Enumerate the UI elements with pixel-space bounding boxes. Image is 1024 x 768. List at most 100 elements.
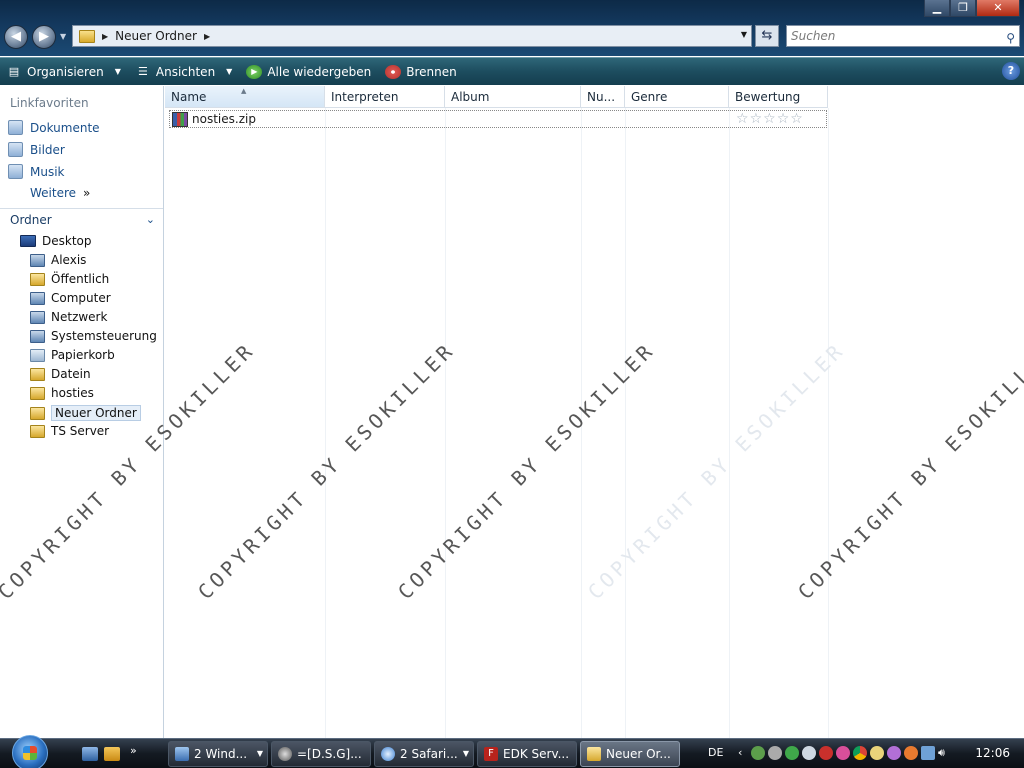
star-icon[interactable]: ☆ [750,111,763,127]
column-header-artists[interactable]: Interpreten [325,86,445,108]
taskbar-button-safari[interactable]: 2 Safari... ▼ [374,741,474,767]
tree-item-alexis[interactable]: Alexis [30,253,86,267]
tree-item-public[interactable]: Öffentlich [30,272,109,286]
start-button[interactable] [12,735,48,768]
breadcrumb-arrow-icon[interactable]: ▶ [102,32,108,41]
tree-item-recycle-bin[interactable]: Papierkorb [30,348,115,362]
chevron-down-icon: ▼ [256,749,263,758]
column-header-genre[interactable]: Genre [625,86,729,108]
taskbar-button-edk-server[interactable]: F EDK Serv... [477,741,577,767]
forward-arrow-icon[interactable]: ▶ [32,25,56,49]
network-tray-icon[interactable] [751,746,765,760]
language-indicator[interactable]: DE [708,746,723,759]
column-header-number[interactable]: Nu... [581,86,625,108]
taskbar-label: 2 Safari... [400,747,458,761]
taskbar-label: =[D.S.G]... [297,747,362,761]
desktop-icon [20,235,36,247]
tree-item-ts-server[interactable]: TS Server [30,424,109,438]
views-button[interactable]: ☰ Ansichten ▼ [135,65,232,79]
tree-label: Systemsteuerung [51,329,157,343]
table-row[interactable]: nosties.zip ☆ ☆ ☆ ☆ ☆ [169,110,827,128]
volume-icon[interactable]: 🔊︎ [938,746,952,760]
column-header-name[interactable]: ▲ Name [165,86,325,108]
chevron-down-icon: ▼ [226,67,233,76]
taskbar-label: EDK Serv... [503,747,570,761]
file-name: nosties.zip [192,112,256,126]
organize-button[interactable]: ▤ Organisieren ▼ [6,65,121,79]
search-input[interactable]: Suchen ⚲ [786,25,1020,47]
back-arrow-icon[interactable]: ◀ [4,25,28,49]
tree-label: Öffentlich [51,272,110,286]
column-divider [445,108,446,738]
close-button[interactable]: ✕ [976,0,1020,17]
show-desktop-icon[interactable] [82,747,98,761]
column-header-rating[interactable]: Bewertung [729,86,828,108]
recent-pages-dropdown[interactable]: ▼ [60,32,66,41]
play-all-button[interactable]: ▶ Alle wiedergeben [246,64,371,79]
folder-icon [587,747,601,761]
column-divider [828,108,829,738]
more-favorites-link[interactable]: Weitere » [30,186,90,200]
double-chevron-icon[interactable]: » [130,744,146,758]
address-dropdown-icon[interactable]: ▼ [741,30,747,39]
tree-item-hosties[interactable]: hosties [30,386,94,400]
chevron-left-icon[interactable]: ‹ [738,746,748,760]
clock[interactable]: 12:06 [975,746,1010,760]
folder-icon [30,386,45,400]
breadcrumb-current[interactable]: Neuer Ordner [115,29,197,43]
chevron-down-icon: ⌄ [145,213,155,226]
window-group-icon [175,747,189,761]
tree-item-datein[interactable]: Datein [30,367,91,381]
organize-icon: ▤ [8,64,20,78]
favorite-documents[interactable]: Dokumente [8,120,100,135]
moon-tray-icon[interactable] [870,746,884,760]
tree-item-control-panel[interactable]: Systemsteuerung [30,329,157,343]
media-player-icon[interactable] [104,747,120,761]
help-icon[interactable]: ? [1002,62,1020,80]
search-icon[interactable]: ⚲ [1006,28,1015,48]
tree-item-network[interactable]: Netzwerk [30,310,107,324]
control-panel-icon [30,329,45,343]
taskbar-button-windows[interactable]: 2 Wind... ▼ [168,741,268,767]
burn-button[interactable]: Brennen [385,64,457,79]
breadcrumb-arrow-icon[interactable]: ▶ [204,32,210,41]
tree-item-neuer-ordner[interactable]: Neuer Ordner [30,405,141,421]
chevron-down-icon: ▼ [462,749,469,758]
monitor-tray-icon[interactable] [921,746,935,760]
folder-icon [30,272,45,286]
star-icon[interactable]: ☆ [736,111,749,127]
search-placeholder: Suchen [791,29,836,43]
computer-icon [30,291,45,305]
teamspeak-tray-icon[interactable] [836,746,850,760]
chrome-tray-icon[interactable] [853,746,867,760]
rating-stars[interactable]: ☆ ☆ ☆ ☆ ☆ [736,111,803,127]
star-icon[interactable]: ☆ [763,111,776,127]
taskbar-label: Neuer Or... [606,747,671,761]
tree-item-desktop[interactable]: Desktop [20,234,92,248]
maximize-button[interactable]: ❐ [950,0,976,17]
steam-tray-icon[interactable] [768,746,782,760]
refresh-icon[interactable]: ⇆ [755,25,779,47]
star-icon[interactable]: ☆ [777,111,790,127]
folders-header[interactable]: Ordner ⌄ [0,208,163,230]
cloud-tray-icon[interactable] [802,746,816,760]
itunes-tray-icon[interactable] [887,746,901,760]
minimize-button[interactable]: ▁ [924,0,950,17]
favorite-music[interactable]: Musik [8,164,65,179]
tree-item-computer[interactable]: Computer [30,291,111,305]
app-tray-icon[interactable] [904,746,918,760]
tree-label: Alexis [51,253,87,267]
views-label: Ansichten [155,64,216,79]
burn-label: Brennen [406,64,457,79]
address-bar[interactable]: ▶ Neuer Ordner ▶ ▼ [72,25,752,47]
messenger-tray-icon[interactable] [785,746,799,760]
taskbar-label: 2 Wind... [194,747,248,761]
documents-icon [8,120,23,135]
taskbar-button-steam[interactable]: =[D.S.G]... [271,741,371,767]
recycle-bin-icon [30,348,45,362]
column-header-album[interactable]: Album [445,86,581,108]
star-icon[interactable]: ☆ [790,111,803,127]
favorite-pictures[interactable]: Bilder [8,142,65,157]
taskbar-button-neuer-ordner[interactable]: Neuer Or... [580,741,680,767]
xfire-tray-icon[interactable] [819,746,833,760]
